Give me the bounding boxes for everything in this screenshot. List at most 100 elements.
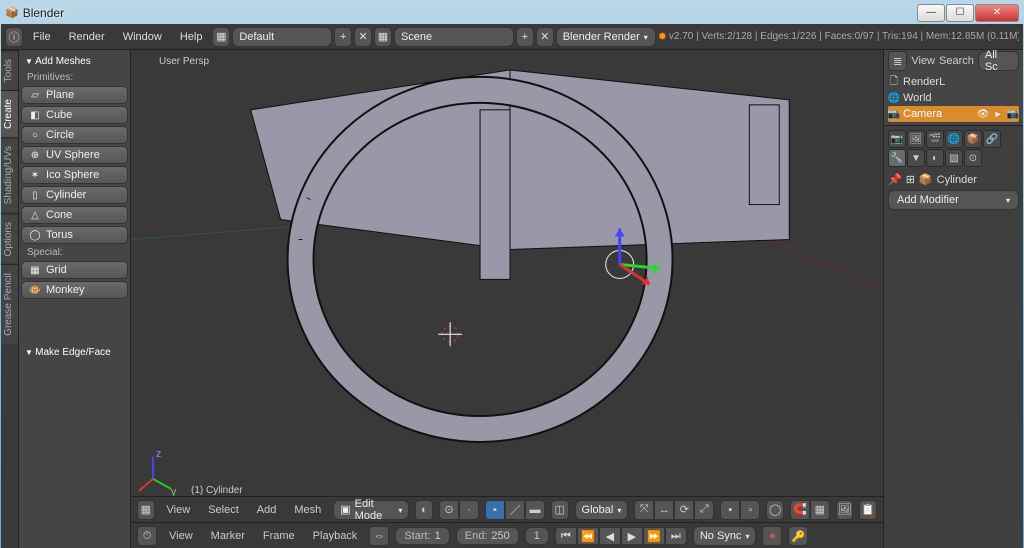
- add-circle-button[interactable]: ○Circle: [21, 126, 128, 144]
- panel-make-edge-face[interactable]: Make Edge/Face: [21, 345, 128, 360]
- ptab-constraints[interactable]: 🔗: [983, 130, 1001, 148]
- pivot-button[interactable]: ⊙: [439, 500, 459, 520]
- add-monkey-button[interactable]: 🐵Monkey: [21, 281, 128, 299]
- tab-grease-pencil[interactable]: Grease Pencil: [1, 264, 18, 344]
- screen-remove-button[interactable]: [354, 27, 372, 47]
- end-frame-field[interactable]: End:250: [456, 527, 519, 545]
- ptab-world[interactable]: 🌐: [945, 130, 963, 148]
- jump-end-button[interactable]: ⏭: [665, 527, 687, 545]
- start-frame-field[interactable]: Start:1: [395, 527, 449, 545]
- restrict-render-icon[interactable]: 📷: [1007, 108, 1019, 120]
- editor-type-icon[interactable]: ▦: [137, 500, 155, 520]
- pivot-only-button[interactable]: ·: [459, 500, 479, 520]
- manipulator-toggle[interactable]: ⤧: [634, 500, 654, 520]
- add-cylinder-button[interactable]: ▯Cylinder: [21, 186, 128, 204]
- face-select-button[interactable]: ▬: [525, 500, 545, 520]
- add-grid-button[interactable]: ▦Grid: [21, 261, 128, 279]
- vp-menu-select[interactable]: Select: [202, 502, 245, 518]
- manipulator-rotate[interactable]: ⟳: [674, 500, 694, 520]
- vp-menu-mesh[interactable]: Mesh: [288, 502, 327, 518]
- manipulator-scale[interactable]: ⤢: [694, 500, 714, 520]
- timeline-editor-icon[interactable]: ⏱: [137, 526, 157, 546]
- scene-dropdown[interactable]: Scene: [394, 27, 514, 47]
- menu-render[interactable]: Render: [61, 29, 113, 45]
- copy-button[interactable]: 📋: [859, 500, 877, 520]
- restrict-view-icon[interactable]: 👁: [977, 108, 989, 120]
- edge-select-button[interactable]: ／: [505, 500, 525, 520]
- outliner-filter[interactable]: All Sc: [978, 51, 1019, 71]
- keyframe-prev-button[interactable]: ⏪: [577, 527, 599, 545]
- screen-add-button[interactable]: [334, 27, 352, 47]
- layer-button-2[interactable]: ▫: [740, 500, 760, 520]
- render-engine-dropdown[interactable]: Blender Render: [556, 27, 656, 47]
- window-minimize-button[interactable]: —: [917, 4, 945, 22]
- snap-element[interactable]: ▦: [810, 500, 830, 520]
- add-modifier-dropdown[interactable]: Add Modifier: [888, 190, 1019, 210]
- orientation-dropdown[interactable]: Global: [575, 500, 629, 520]
- add-plane-button[interactable]: ▱Plane: [21, 86, 128, 104]
- limit-selection-button[interactable]: ◫: [551, 500, 569, 520]
- add-ico-sphere-button[interactable]: ✶Ico Sphere: [21, 166, 128, 184]
- screen-layout-dropdown[interactable]: Default: [232, 27, 332, 47]
- outliner-menu-view[interactable]: View: [911, 55, 935, 67]
- auto-keyframe-button[interactable]: ●: [762, 526, 782, 546]
- snap-toggle[interactable]: 🧲: [790, 500, 810, 520]
- menu-window[interactable]: Window: [115, 29, 170, 45]
- ptab-scene[interactable]: 🎬: [926, 130, 944, 148]
- vertex-select-button[interactable]: ▪: [485, 500, 505, 520]
- tab-shading-uvs[interactable]: Shading/UVs: [1, 137, 18, 212]
- tl-menu-frame[interactable]: Frame: [257, 528, 301, 544]
- tl-menu-playback[interactable]: Playback: [307, 528, 364, 544]
- ptab-object[interactable]: 📦: [964, 130, 982, 148]
- panel-add-meshes[interactable]: Add Meshes: [21, 54, 128, 69]
- ptab-material[interactable]: ◐: [926, 149, 944, 167]
- tab-options[interactable]: Options: [1, 213, 18, 264]
- menu-help[interactable]: Help: [172, 29, 211, 45]
- editor-type-icon[interactable]: ⓘ: [5, 27, 23, 47]
- outliner-editor-icon[interactable]: ≣: [888, 51, 907, 71]
- scene-browse-icon[interactable]: ▦: [374, 27, 392, 47]
- proportional-editing-button[interactable]: ◯: [766, 500, 784, 520]
- ptab-physics[interactable]: ⊙: [964, 149, 982, 167]
- scene-add-button[interactable]: [516, 27, 534, 47]
- play-button[interactable]: ▶: [621, 527, 643, 545]
- restrict-select-icon[interactable]: ▸: [992, 108, 1004, 120]
- outliner-menu-search[interactable]: Search: [939, 55, 974, 67]
- layer-button-1[interactable]: ▪: [720, 500, 740, 520]
- keying-set-button[interactable]: 🔑: [788, 526, 808, 546]
- render-preview-button[interactable]: 🖼: [836, 500, 854, 520]
- add-cube-button[interactable]: ◧Cube: [21, 106, 128, 124]
- window-maximize-button[interactable]: ☐: [946, 4, 974, 22]
- add-cone-button[interactable]: △Cone: [21, 206, 128, 224]
- tl-menu-marker[interactable]: Marker: [205, 528, 251, 544]
- jump-start-button[interactable]: ⏮: [555, 527, 577, 545]
- ptab-modifiers[interactable]: 🔧: [888, 149, 906, 167]
- pin-icon[interactable]: 📌: [888, 173, 902, 186]
- ptab-render[interactable]: 📷: [888, 130, 906, 148]
- viewport-shading-button[interactable]: ◐: [415, 500, 433, 520]
- manipulator-translate[interactable]: ↔: [654, 500, 674, 520]
- tab-create[interactable]: Create: [1, 90, 18, 137]
- vp-menu-view[interactable]: View: [161, 502, 197, 518]
- keyframe-next-button[interactable]: ⏩: [643, 527, 665, 545]
- tree-row-camera[interactable]: 📷Camera👁▸📷: [888, 106, 1019, 122]
- sync-dropdown[interactable]: No Sync: [693, 526, 757, 546]
- ptab-texture[interactable]: ▨: [945, 149, 963, 167]
- window-close-button[interactable]: ✕: [975, 4, 1019, 22]
- menu-file[interactable]: File: [25, 29, 59, 45]
- mode-dropdown[interactable]: ▣ Edit Mode: [333, 500, 409, 520]
- play-reverse-button[interactable]: ◀: [599, 527, 621, 545]
- ptab-data[interactable]: ▼: [907, 149, 925, 167]
- screen-browse-icon[interactable]: ▦: [212, 27, 230, 47]
- tab-tools[interactable]: Tools: [1, 50, 18, 90]
- tree-row-world[interactable]: 🌐World: [888, 90, 1019, 106]
- vp-menu-add[interactable]: Add: [251, 502, 283, 518]
- tl-menu-view[interactable]: View: [163, 528, 199, 544]
- scene-remove-button[interactable]: [536, 27, 554, 47]
- add-uv-sphere-button[interactable]: ⊕UV Sphere: [21, 146, 128, 164]
- 3d-viewport[interactable]: z y User Persp (1) Cylinder ▦ View Selec…: [131, 50, 883, 548]
- range-toggle[interactable]: ⇔: [369, 526, 389, 546]
- current-frame-field[interactable]: 1: [525, 527, 549, 545]
- ptab-render-layers[interactable]: 🖼: [907, 130, 925, 148]
- add-torus-button[interactable]: ◯Torus: [21, 226, 128, 244]
